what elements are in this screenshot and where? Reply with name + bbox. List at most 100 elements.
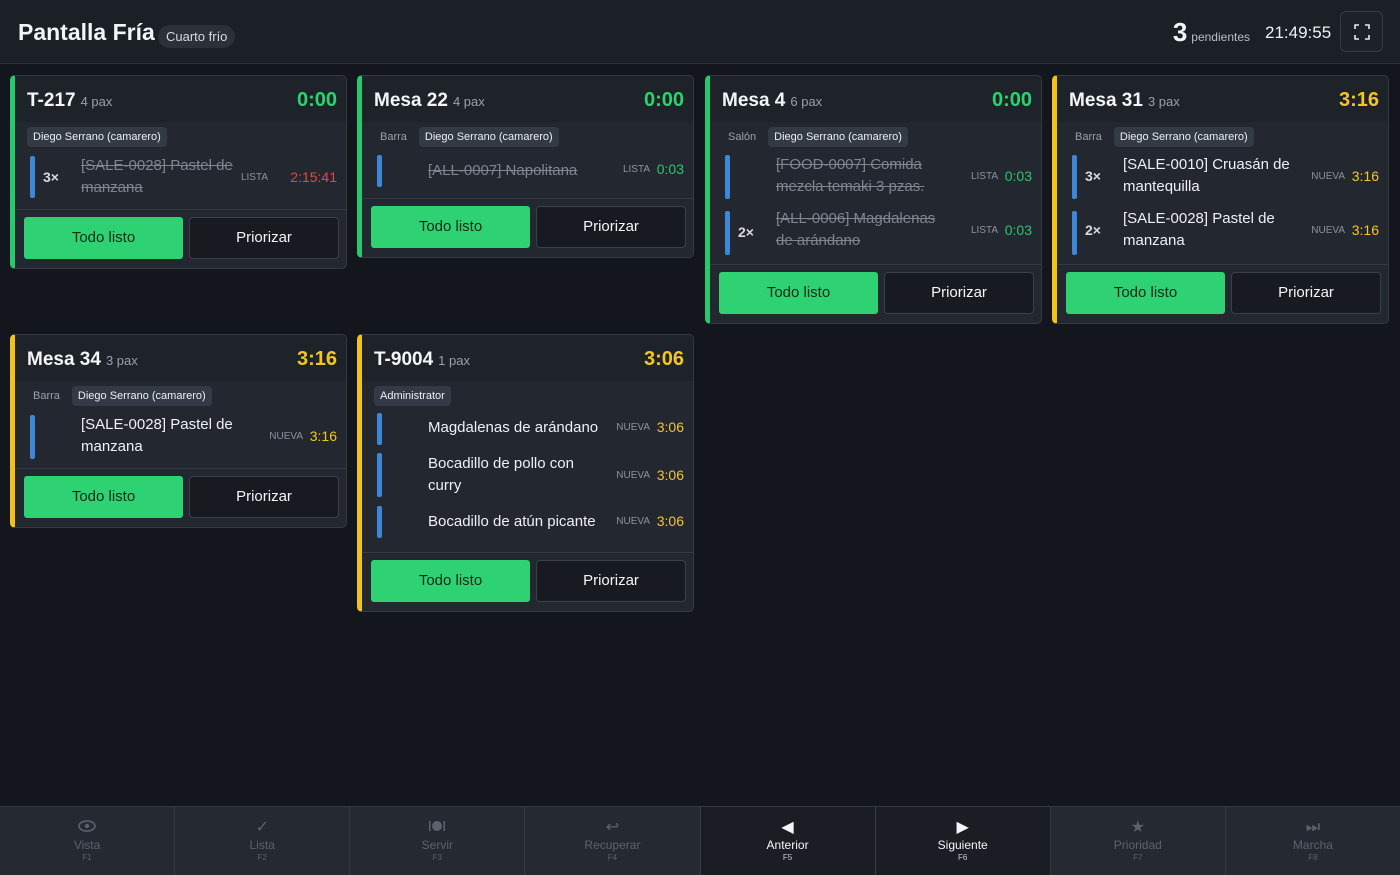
prioritize-button[interactable]: Priorizar: [536, 560, 686, 602]
item-time: 3:06: [656, 467, 684, 483]
all-ready-button[interactable]: Todo listo: [371, 560, 530, 602]
order-item[interactable]: [ALL-0007] Napolitana LISTA 0:03: [362, 151, 693, 198]
waiter-tag: Diego Serrano (camarero): [418, 127, 559, 147]
card-header: Mesa 22 4 pax 0:00: [362, 76, 693, 122]
card-header: T-217 4 pax 0:00: [15, 76, 346, 122]
plate-icon: [350, 819, 524, 837]
fkey-lista[interactable]: ✓ Lista F2: [175, 807, 351, 875]
item-time: 0:03: [1004, 168, 1032, 184]
fkey-anterior[interactable]: ◀ Anterior F5: [700, 807, 876, 875]
item-name: Bocadillo de atún picante: [428, 513, 596, 530]
fkey-label: Prioridad: [1113, 838, 1162, 852]
card-title: Mesa 31 3 pax: [1069, 90, 1180, 111]
item-qty: 3×: [1085, 168, 1101, 184]
function-key-bar: Vista F1 ✓ Lista F2 Servir F3 ↩ Recupera…: [0, 806, 1400, 875]
card-header: Mesa 31 3 pax 3:16: [1057, 76, 1388, 122]
fkey-label: Lista: [249, 838, 275, 852]
card-title: Mesa 22 4 pax: [374, 90, 485, 111]
prioritize-button[interactable]: Priorizar: [884, 272, 1034, 314]
all-ready-button[interactable]: Todo listo: [1066, 272, 1225, 314]
fkey-label: Siguiente: [937, 838, 988, 852]
card-timer: 3:06: [643, 348, 684, 370]
all-ready-button[interactable]: Todo listo: [719, 272, 878, 314]
item-qty: 2×: [1085, 222, 1101, 238]
star-icon: ★: [1130, 819, 1145, 836]
station-badge: Cuarto frío: [158, 25, 236, 48]
all-ready-button[interactable]: Todo listo: [24, 217, 183, 259]
item-qty: 3×: [43, 169, 59, 185]
fkey-siguiente[interactable]: ▶ Siguiente F6: [875, 807, 1051, 875]
item-qty: 2×: [738, 224, 754, 240]
order-item[interactable]: Bocadillo de pollo con curry NUEVA 3:06: [362, 449, 693, 504]
card-title: T-217 4 pax: [27, 90, 113, 111]
item-time: 0:03: [656, 161, 684, 177]
card-tags: Barra Diego Serrano (camarero): [362, 122, 693, 151]
top-bar: Pantalla Fría Cuarto frío 3 pendientes 2…: [0, 0, 1400, 64]
item-time: 3:16: [1351, 168, 1379, 184]
order-item[interactable]: Magdalenas de arándano NUEVA 3:06: [362, 410, 693, 449]
fkey-label: Servir: [421, 838, 453, 852]
item-name: [ALL-0006] Magdalenas de arándano: [776, 210, 936, 249]
prioritize-button[interactable]: Priorizar: [536, 206, 686, 248]
order-item[interactable]: Bocadillo de atún picante NUEVA 3:06: [362, 504, 693, 552]
item-status-bar: [725, 155, 730, 199]
zone-tag: Barra: [27, 386, 66, 406]
fkey-label: Recuperar: [584, 838, 641, 852]
order-item[interactable]: [FOOD-0007] Comida mezcla temaki 3 pzas.…: [710, 151, 1041, 205]
item-status-bar: [30, 156, 35, 198]
card-header: Mesa 34 3 pax 3:16: [15, 335, 346, 381]
item-state: NUEVA: [616, 516, 650, 527]
skip-icon: ⏭: [1305, 819, 1321, 836]
fkey-marcha[interactable]: ⏭ Marcha F8: [1226, 807, 1400, 875]
prioritize-button[interactable]: Priorizar: [189, 476, 339, 518]
order-item[interactable]: 2× [SALE-0028] Pastel de manzana NUEVA 3…: [1057, 205, 1388, 259]
order-card: Mesa 46 pax 0:00 Salón Diego Serrano (ca…: [705, 75, 1042, 324]
order-card: Mesa 34 3 pax 3:16 Barra Diego Serrano (c…: [10, 334, 347, 528]
item-name: [SALE-0028] Pastel de manzana: [81, 157, 233, 196]
fkey-key: F1: [82, 853, 92, 862]
fkey-recuperar[interactable]: ↩ Recuperar F4: [525, 807, 701, 875]
item-time: 3:16: [309, 428, 337, 444]
card-timer: 3:16: [296, 348, 337, 370]
item-state: NUEVA: [269, 431, 303, 442]
fkey-prioridad[interactable]: ★ Prioridad F7: [1051, 807, 1226, 875]
waiter-tag: Diego Serrano (camarero): [71, 386, 212, 406]
card-timer: 0:00: [296, 89, 337, 111]
item-state: NUEVA: [1311, 171, 1345, 182]
item-name: Magdalenas de arándano: [428, 419, 599, 436]
order-item[interactable]: 3× [SALE-0028] Pastel de manzana LISTA 2…: [15, 151, 346, 209]
fkey-servir[interactable]: Servir F3: [350, 807, 526, 875]
item-state: LISTA: [970, 171, 998, 182]
item-state: LISTA: [970, 225, 998, 236]
card-title: Mesa 34 3 pax: [27, 349, 138, 370]
item-status-bar: [1072, 211, 1077, 255]
item-time: 2:15:41: [290, 169, 337, 185]
order-card: Mesa 22 4 pax 0:00 Barra Diego Serrano (c…: [357, 75, 694, 258]
order-item[interactable]: [SALE-0028] Pastel de manzana NUEVA 3:16: [15, 410, 346, 468]
card-timer: 3:16: [1338, 89, 1379, 111]
waiter-tag: Administrator: [374, 386, 451, 406]
check-icon: ✓: [255, 819, 269, 836]
item-state: LISTA: [240, 172, 268, 183]
order-item[interactable]: 2× [ALL-0006] Magdalenas de arándano LIS…: [710, 205, 1041, 259]
card-pax: 1 pax: [438, 353, 470, 368]
card-pax: 4 pax: [452, 94, 485, 109]
all-ready-button[interactable]: Todo listo: [24, 476, 183, 518]
pending-label: pendientes: [1191, 30, 1250, 44]
item-state: NUEVA: [1311, 225, 1345, 236]
item-status-bar: [377, 506, 382, 538]
undo-icon: ↩: [605, 819, 620, 836]
prioritize-button[interactable]: Priorizar: [1231, 272, 1381, 314]
prioritize-button[interactable]: Priorizar: [189, 217, 339, 259]
card-tags: Barra Diego Serrano (camarero): [15, 381, 346, 410]
order-item[interactable]: 3× [SALE-0010] Cruasán de mantequilla NU…: [1057, 151, 1388, 205]
zone-tag: Barra: [374, 127, 413, 147]
all-ready-button[interactable]: Todo listo: [371, 206, 530, 248]
item-status-bar: [377, 155, 382, 187]
item-status-bar: [377, 453, 382, 497]
item-name: [SALE-0028] Pastel de manzana: [81, 416, 233, 455]
fullscreen-button[interactable]: [1340, 11, 1383, 52]
fkey-vista[interactable]: Vista F1: [0, 807, 176, 875]
card-pax: 6 pax: [790, 94, 823, 109]
fkey-label: Anterior: [766, 838, 809, 852]
